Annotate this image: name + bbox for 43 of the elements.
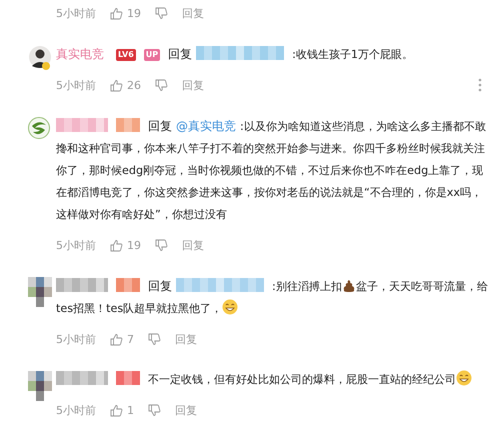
comment-text: 不一定收钱，但有好处比如公司的爆料，屁股一直站的经纪公司 bbox=[56, 369, 490, 391]
comment-text: 真实电竞 LV6 UP 回复 :收钱生孩子1万个屁眼。 bbox=[56, 45, 414, 63]
like-count: 26 bbox=[127, 78, 141, 92]
like-count: 1 bbox=[127, 404, 134, 416]
thumbs-up-icon[interactable] bbox=[110, 6, 123, 20]
reply-label: 回复 bbox=[148, 119, 172, 133]
thumbs-up-icon[interactable] bbox=[110, 78, 123, 92]
comment-time: 5小时前 bbox=[56, 78, 96, 92]
reply-button[interactable]: 回复 bbox=[182, 238, 204, 252]
comment-time: 5小时前 bbox=[56, 6, 96, 20]
thumbs-down-icon[interactable] bbox=[155, 78, 168, 92]
reply-button[interactable]: 回复 bbox=[182, 78, 204, 92]
username[interactable]: 真实电竞 bbox=[56, 47, 104, 61]
avatar[interactable] bbox=[28, 45, 52, 71]
comment-time: 5小时前 bbox=[56, 332, 96, 346]
thumbs-up-icon[interactable] bbox=[110, 404, 123, 416]
grin-emoji-icon bbox=[456, 370, 472, 386]
mention-link[interactable]: @真实电竞 bbox=[176, 119, 236, 133]
thumbs-down-icon[interactable] bbox=[155, 238, 168, 252]
like-count: 19 bbox=[127, 238, 141, 252]
user-badge: LV6 bbox=[116, 49, 136, 61]
comment-text: 回复 :别往滔搏上扣 盆子，天天吃哥哥流量，给tes招黑！tes队超早就拉黑他了， bbox=[56, 277, 489, 317]
poop-icon bbox=[342, 279, 356, 293]
more-icon[interactable] bbox=[478, 78, 482, 92]
reply-button[interactable]: 回复 bbox=[175, 332, 197, 346]
reply-label: 回复 bbox=[168, 47, 192, 61]
like-count: 7 bbox=[127, 332, 134, 346]
comment-time: 5小时前 bbox=[56, 402, 96, 418]
thumbs-up-icon[interactable] bbox=[110, 238, 123, 252]
grin-emoji-icon bbox=[222, 299, 238, 315]
comment-text: 回复 @真实电竞 :以及你为啥知道这些消息，为啥这么多主播都不敢搀和这种官司事，你本来八竿子打不着的突然开始参与进来。你四千多粉丝时候我就关注你了，那时候edg刚夺冠，当时你视频也做的不错，不过后来你也不咋在edg上靠了，现在都滔博电竞了，你这突然参进来这事，按你对老岳的说法就是“不合理的，你是xx吗，这样做对你有啥好处”，你想过没有 bbox=[56, 117, 487, 223]
reply-label: 回复 bbox=[148, 279, 172, 293]
reply-button[interactable]: 回复 bbox=[182, 6, 204, 20]
pixelated-avatar[interactable] bbox=[28, 371, 52, 401]
thumbs-down-icon[interactable] bbox=[148, 332, 161, 346]
thumbs-down-icon[interactable] bbox=[155, 6, 168, 20]
pixelated-avatar[interactable] bbox=[28, 277, 52, 307]
thumbs-down-icon[interactable] bbox=[148, 404, 161, 416]
reply-button[interactable]: 回复 bbox=[175, 402, 197, 418]
like-count: 19 bbox=[127, 6, 141, 20]
comment-time: 5小时前 bbox=[56, 238, 96, 252]
user-badge: UP bbox=[144, 49, 160, 61]
thumbs-up-icon[interactable] bbox=[110, 332, 123, 346]
